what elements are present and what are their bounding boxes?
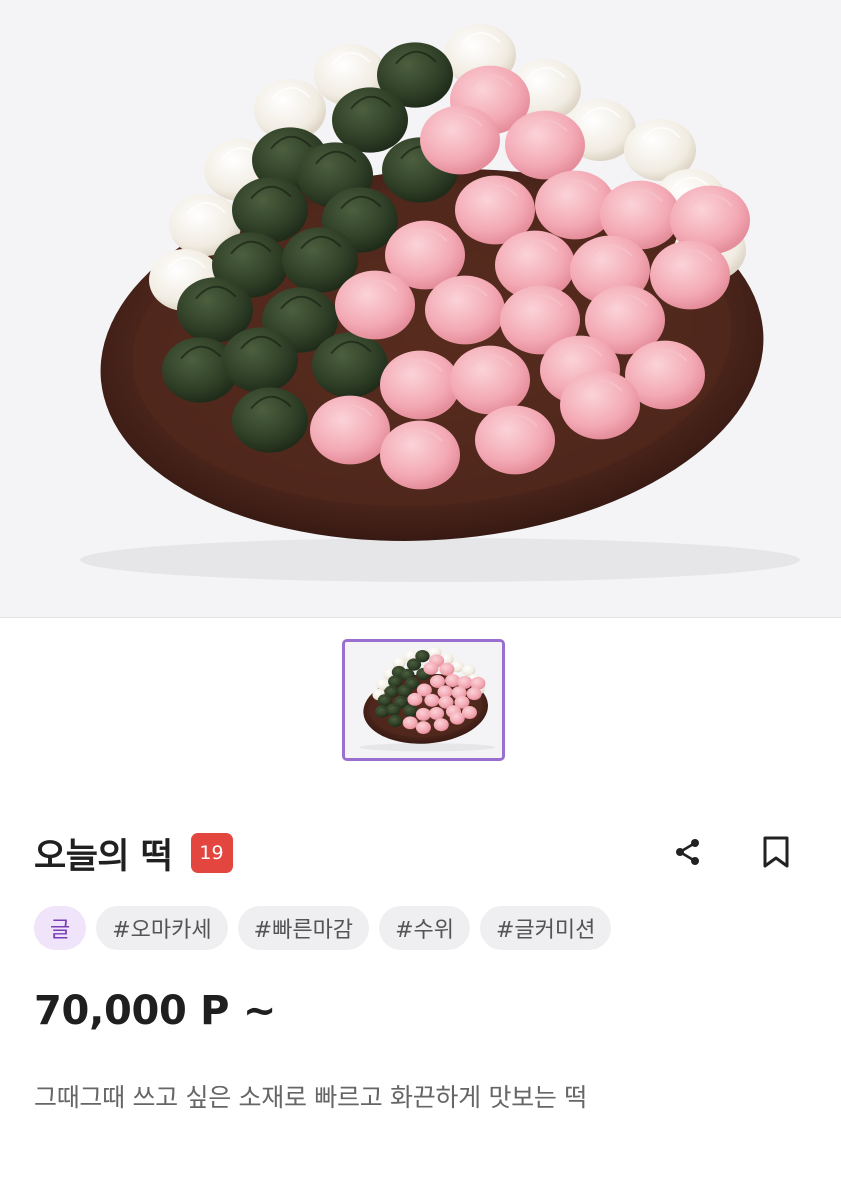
plate-shadow bbox=[359, 743, 495, 752]
thumbnail-selected[interactable] bbox=[342, 639, 505, 761]
tag-list: 글 #오마카세 #빠른마감 #수위 #글커미션 bbox=[34, 906, 612, 950]
rice-cake-plate-illustration bbox=[80, 24, 800, 582]
hashtag-fast-deadline[interactable]: #빠른마감 bbox=[237, 906, 370, 950]
product-title: 오늘의 떡 bbox=[34, 836, 173, 877]
share-icon bbox=[676, 839, 699, 865]
hashtag-commission[interactable]: #글커미션 bbox=[479, 906, 612, 950]
hashtag-suwi[interactable]: #수위 bbox=[379, 906, 470, 950]
product-main-image bbox=[0, 0, 841, 618]
bookmark-icon bbox=[763, 836, 789, 868]
age-rating-badge: 19 bbox=[190, 833, 233, 873]
product-description: 그때그때 쓰고 싶은 소재로 빠르고 화끈하게 맛보는 떡 bbox=[34, 1083, 587, 1112]
plate-shadow bbox=[80, 538, 800, 582]
category-tag[interactable]: 글 bbox=[34, 906, 87, 950]
thumbnail-image bbox=[345, 642, 502, 758]
title-row: 오늘의 떡 19 bbox=[34, 826, 233, 880]
hashtag-omakase[interactable]: #오마카세 bbox=[96, 906, 228, 950]
price: 70,000 P ~ bbox=[34, 988, 277, 1034]
bookmark-button[interactable] bbox=[756, 832, 796, 872]
share-button[interactable] bbox=[668, 832, 708, 872]
